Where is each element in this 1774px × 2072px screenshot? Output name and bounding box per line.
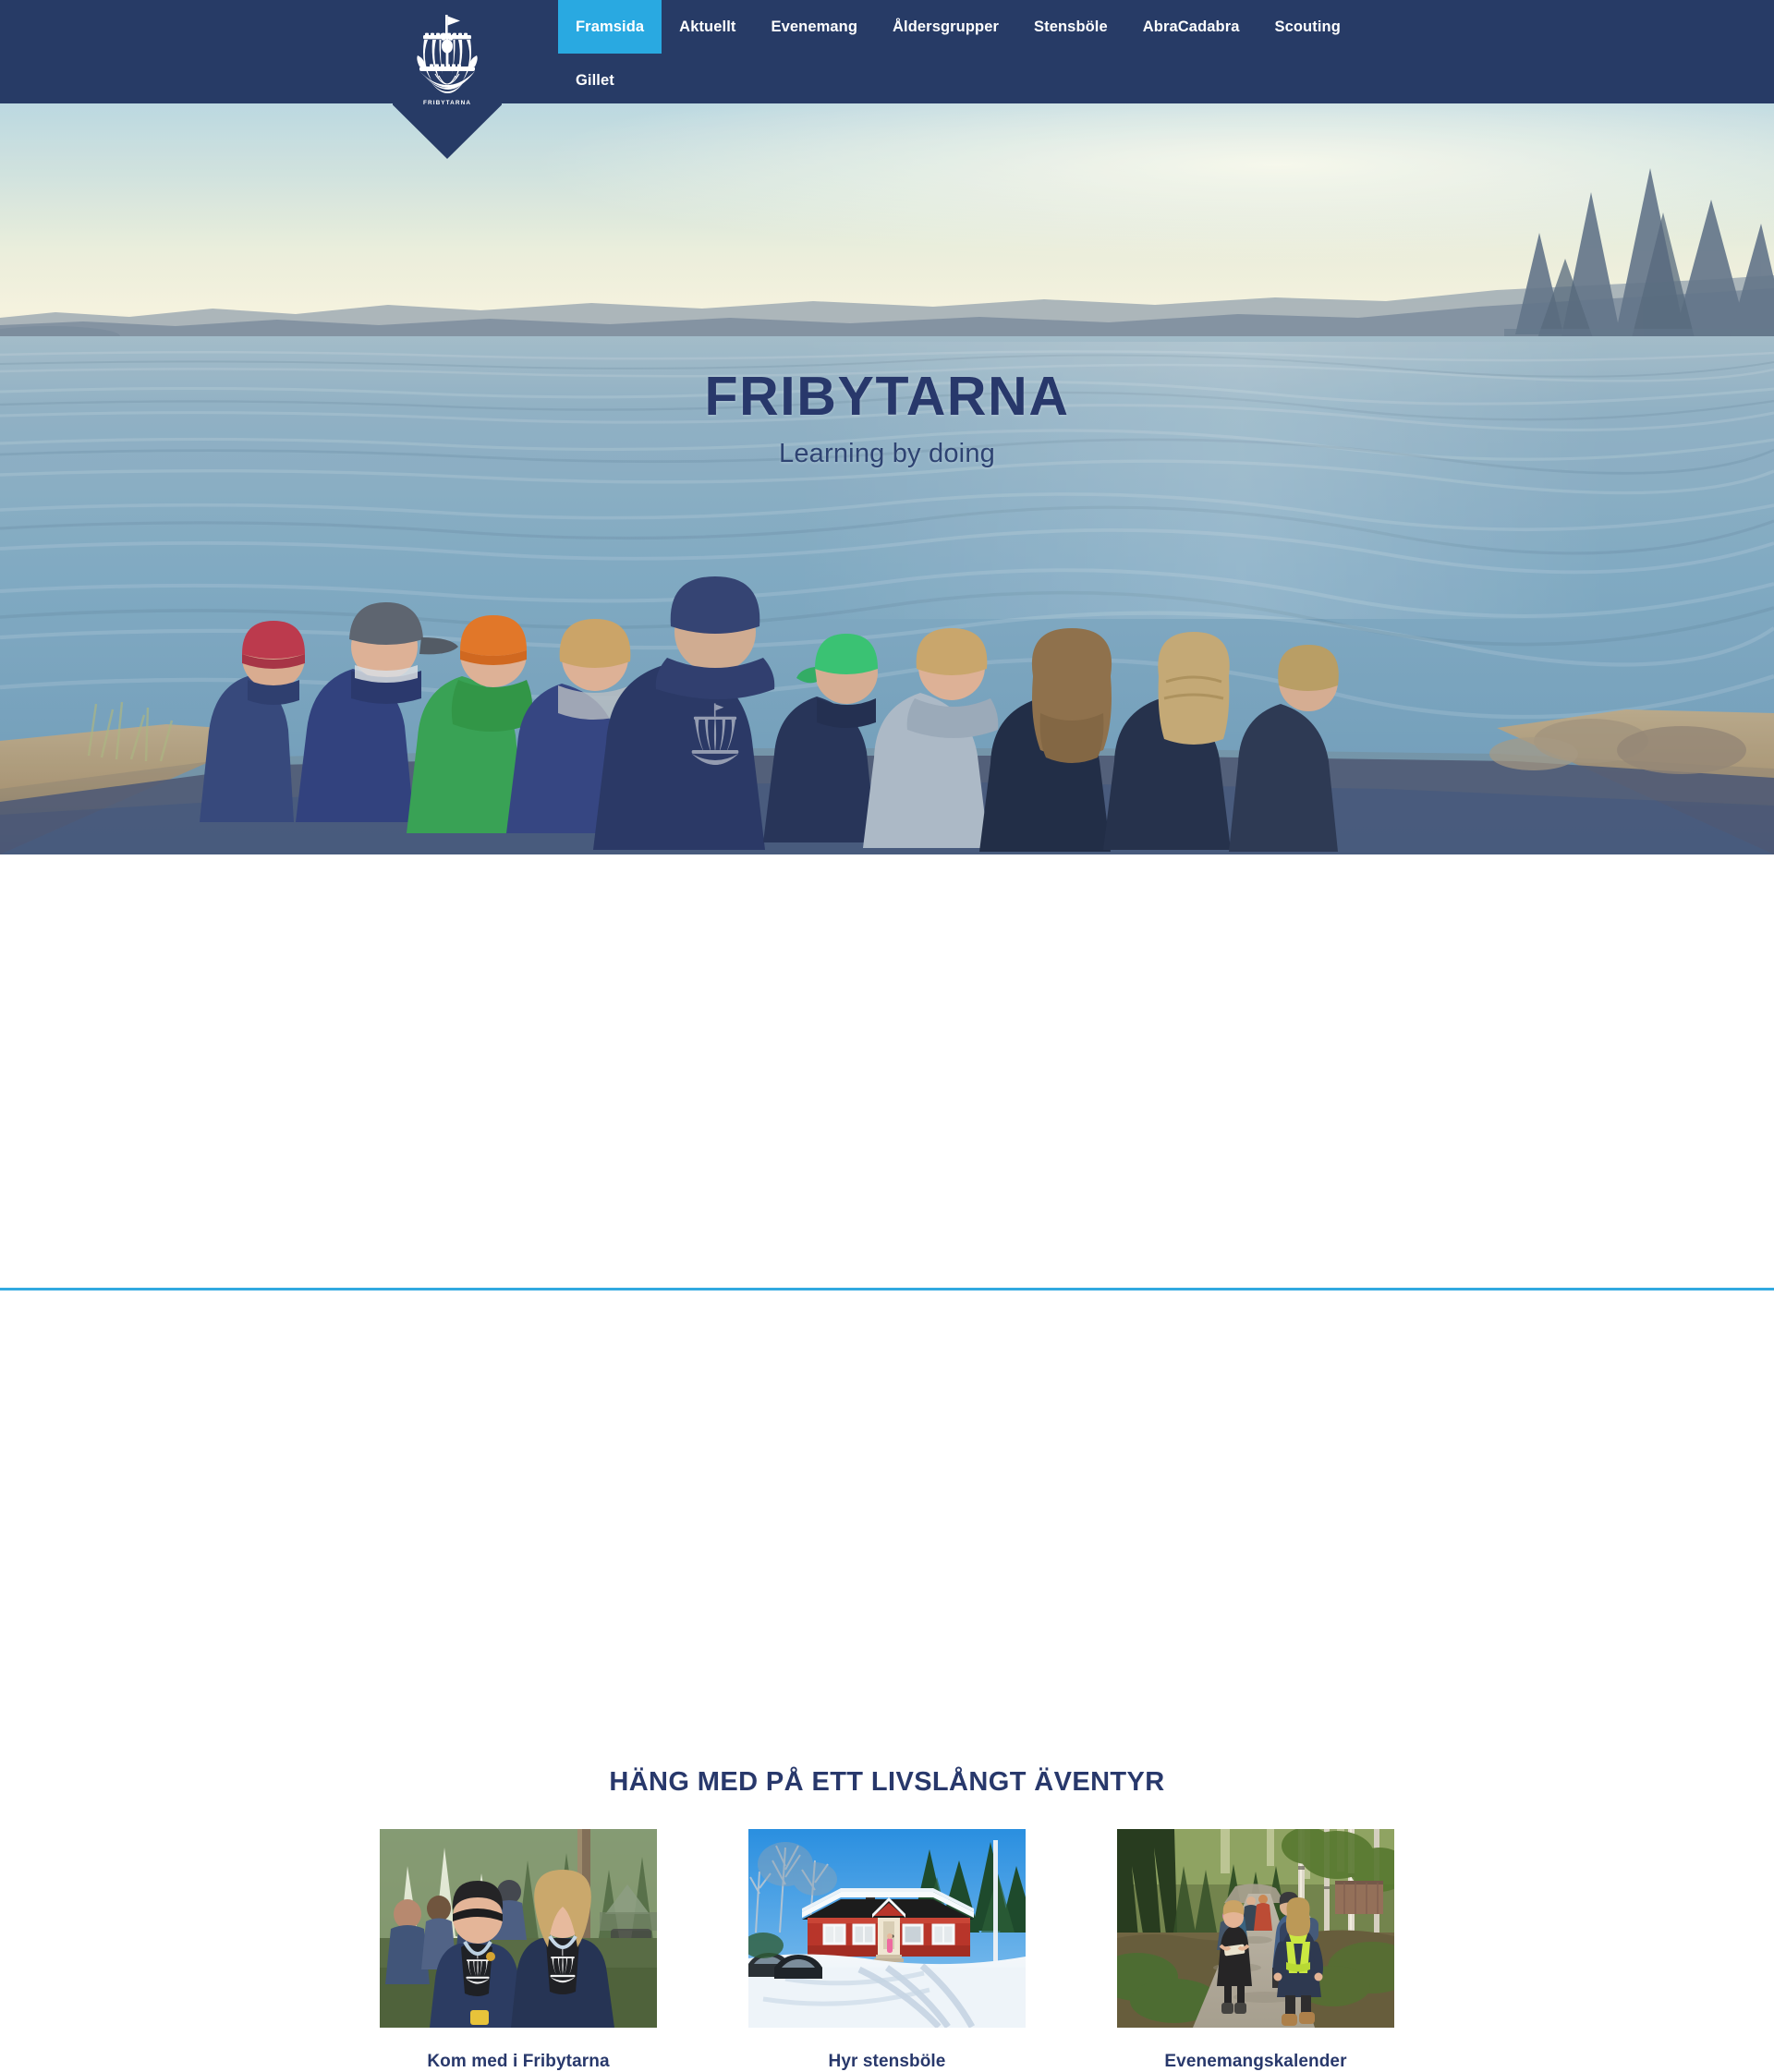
viking-ship-crown-logo-icon: FRIBYTARNA [417,15,478,106]
nav-item-gillet[interactable]: Gillet [558,54,632,107]
hero-photo [0,103,1774,854]
nav-item-framsida[interactable]: Framsida [558,0,662,54]
section-title: HÄNG MED PÅ ETT LIVSLÅNGT ÄVENTYR [609,1767,1165,1797]
nav-item-stensb-le[interactable]: Stensböle [1016,0,1125,54]
main-content: HÄNG MED PÅ ETT LIVSLÅNGT ÄVENTYR Kom me… [0,854,1774,2071]
card-image-hikers[interactable] [1117,1829,1394,2028]
scouts-photo [380,1829,657,2028]
nav-menu: Framsida Aktuellt Evenemang Åldersgrupper St… [558,0,1759,107]
card-image-scouts[interactable] [380,1829,657,2028]
card-caption: Kom med i Fribytarna [427,2052,610,2071]
red-cottage-photo [748,1829,1026,2028]
nav-item--ldersgrupper[interactable]: Åldersgrupper [875,0,1016,54]
card-hyr-stensbole[interactable]: Hyr stensböle [748,1829,1026,2072]
nav-item-aktuellt[interactable]: Aktuellt [662,0,753,54]
hikers-photo [1117,1829,1394,2028]
nav-item-scouting[interactable]: Scouting [1258,0,1358,54]
card-caption: Evenemangskalender [1164,2052,1347,2071]
top-navigation-bar: Framsida Aktuellt Evenemang Åldersgrupper St… [0,0,1774,103]
hero-banner: FRIBYTARNA Learning by doing [0,103,1774,854]
footer-divider [0,1288,1774,1290]
card-caption: Hyr stensböle [828,2052,946,2071]
svg-text:FRIBYTARNA: FRIBYTARNA [423,100,471,106]
nav-item-evenemang[interactable]: Evenemang [753,0,875,54]
card-image-cottage[interactable] [748,1829,1026,2028]
card-kom-med-i-fribytarna[interactable]: Kom med i Fribytarna [380,1829,657,2072]
nav-item-abracadabra[interactable]: AbraCadabra [1125,0,1258,54]
card-evenemangskalender[interactable]: Evenemangskalender [1117,1829,1394,2072]
